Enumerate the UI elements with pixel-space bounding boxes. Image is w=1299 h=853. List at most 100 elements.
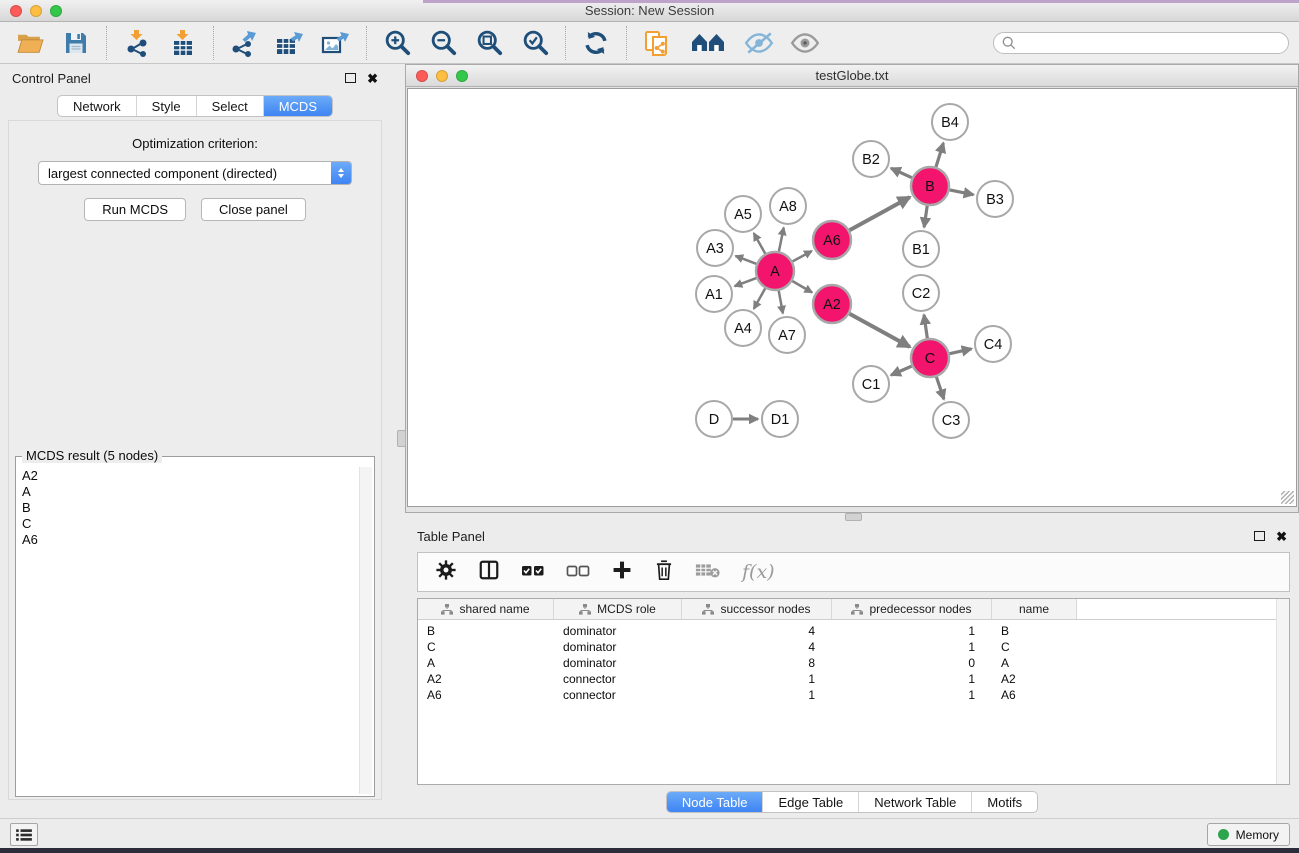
split-view-button[interactable] xyxy=(478,559,500,586)
table-cell[interactable]: A2 xyxy=(418,672,554,686)
search-field[interactable] xyxy=(993,32,1289,54)
graph-edge-A-A1[interactable] xyxy=(735,278,757,286)
tab-edge-table[interactable]: Edge Table xyxy=(762,792,858,812)
result-list-item[interactable]: B xyxy=(19,500,356,516)
table-cell[interactable]: A2 xyxy=(992,672,1077,686)
graph-edge-A-A8[interactable] xyxy=(779,228,784,252)
vertical-split-handle[interactable] xyxy=(397,430,406,447)
maximize-view-icon[interactable] xyxy=(456,70,468,82)
delete-column-button[interactable] xyxy=(654,559,674,586)
select-all-columns-button[interactable] xyxy=(521,559,545,586)
horizontal-split-handle[interactable] xyxy=(845,513,862,521)
table-cell[interactable]: 1 xyxy=(682,688,832,702)
save-session-button[interactable] xyxy=(61,28,91,58)
table-cell[interactable]: 8 xyxy=(682,656,832,670)
tab-select[interactable]: Select xyxy=(196,96,263,116)
hide-graphics-details-button[interactable] xyxy=(744,28,774,58)
graph-edge-B-B1[interactable] xyxy=(924,206,927,227)
minimize-window-icon[interactable] xyxy=(30,5,42,17)
column-header-shared-name[interactable]: shared name xyxy=(418,599,554,619)
result-list-item[interactable]: A6 xyxy=(19,532,356,548)
table-row[interactable]: A6connector11A6 xyxy=(418,687,1289,703)
table-cell[interactable]: A6 xyxy=(418,688,554,702)
table-cell[interactable]: 1 xyxy=(832,640,992,654)
graph-edge-A-A6[interactable] xyxy=(793,251,812,261)
table-cell[interactable]: dominator xyxy=(554,640,682,654)
tab-network[interactable]: Network xyxy=(58,96,136,116)
deselect-all-columns-button[interactable] xyxy=(566,559,590,586)
graph-edge-C-C3[interactable] xyxy=(936,377,944,399)
table-cell[interactable]: 1 xyxy=(832,672,992,686)
tab-mcds[interactable]: MCDS xyxy=(263,96,332,116)
result-list-item[interactable]: A2 xyxy=(19,468,356,484)
table-cell[interactable]: A6 xyxy=(992,688,1077,702)
table-cell[interactable]: B xyxy=(418,624,554,638)
close-panel-button[interactable]: Close panel xyxy=(201,198,306,221)
column-header-name[interactable]: name xyxy=(992,599,1077,619)
refresh-view-button[interactable] xyxy=(581,28,611,58)
table-row[interactable]: A2connector11A2 xyxy=(418,671,1289,687)
graph-edge-A-A3[interactable] xyxy=(736,256,757,264)
minimize-view-icon[interactable] xyxy=(436,70,448,82)
float-table-panel-icon[interactable] xyxy=(1254,531,1265,541)
table-cell[interactable]: C xyxy=(418,640,554,654)
zoom-out-button[interactable] xyxy=(428,28,458,58)
column-header-MCDS-role[interactable]: MCDS role xyxy=(554,599,682,619)
table-cell[interactable]: A xyxy=(992,656,1077,670)
table-cell[interactable]: C xyxy=(992,640,1077,654)
float-panel-icon[interactable] xyxy=(345,73,356,83)
table-cell[interactable]: connector xyxy=(554,672,682,686)
zoom-in-button[interactable] xyxy=(382,28,412,58)
table-row[interactable]: Cdominator41C xyxy=(418,639,1289,655)
tab-motifs[interactable]: Motifs xyxy=(971,792,1037,812)
graph-edge-A-A7[interactable] xyxy=(779,291,783,314)
graph-edge-A-A2[interactable] xyxy=(792,281,812,293)
graph-edge-C-C2[interactable] xyxy=(924,315,927,338)
export-table-button[interactable] xyxy=(275,28,305,58)
close-panel-icon[interactable]: ✖ xyxy=(367,72,378,85)
table-cell[interactable]: 1 xyxy=(832,688,992,702)
graph-edge-C-C4[interactable] xyxy=(950,349,972,354)
tab-network-table[interactable]: Network Table xyxy=(858,792,971,812)
graph-edge-B-B2[interactable] xyxy=(891,168,912,178)
table-settings-button[interactable] xyxy=(435,559,457,586)
show-panels-list-button[interactable] xyxy=(10,823,38,846)
network-canvas[interactable]: B4B2BB3A5A8A6A3B1AA1C2A2A4A7C4CC1C3DD1 xyxy=(407,88,1297,507)
maximize-window-icon[interactable] xyxy=(50,5,62,17)
network-from-file-button[interactable] xyxy=(642,28,672,58)
graph-edge-B-B4[interactable] xyxy=(936,143,943,167)
table-row[interactable]: Bdominator41B xyxy=(418,623,1289,639)
home-view-button[interactable] xyxy=(688,28,728,58)
import-table-button[interactable] xyxy=(168,28,198,58)
column-header-successor-nodes[interactable]: successor nodes xyxy=(682,599,832,619)
table-cell[interactable]: 4 xyxy=(682,640,832,654)
table-cell[interactable]: 1 xyxy=(682,672,832,686)
graph-edge-A-A4[interactable] xyxy=(754,288,765,308)
criterion-select[interactable]: largest connected component (directed) xyxy=(38,161,352,185)
graph-edge-B-B3[interactable] xyxy=(950,190,974,195)
table-cell[interactable]: connector xyxy=(554,688,682,702)
table-row[interactable]: Adominator80A xyxy=(418,655,1289,671)
close-window-icon[interactable] xyxy=(10,5,22,17)
open-session-button[interactable] xyxy=(15,28,45,58)
close-table-panel-icon[interactable]: ✖ xyxy=(1276,530,1287,543)
memory-button[interactable]: Memory xyxy=(1207,823,1290,846)
function-builder-button[interactable]: f(x) xyxy=(742,561,775,583)
zoom-fit-button[interactable] xyxy=(474,28,504,58)
table-cell[interactable]: 1 xyxy=(832,624,992,638)
zoom-selected-button[interactable] xyxy=(520,28,550,58)
tab-node-table[interactable]: Node Table xyxy=(667,792,763,812)
tab-style[interactable]: Style xyxy=(136,96,196,116)
table-cell[interactable]: A xyxy=(418,656,554,670)
result-list-scrollbar[interactable] xyxy=(359,467,372,794)
run-mcds-button[interactable]: Run MCDS xyxy=(84,198,186,221)
export-network-button[interactable] xyxy=(229,28,259,58)
window-resize-grip[interactable] xyxy=(1281,491,1294,504)
table-cell[interactable]: dominator xyxy=(554,624,682,638)
close-view-icon[interactable] xyxy=(416,70,428,82)
search-input[interactable] xyxy=(1021,35,1280,51)
table-cell[interactable]: B xyxy=(992,624,1077,638)
table-cell[interactable]: 4 xyxy=(682,624,832,638)
export-image-button[interactable] xyxy=(321,28,351,58)
result-list-item[interactable]: A xyxy=(19,484,356,500)
